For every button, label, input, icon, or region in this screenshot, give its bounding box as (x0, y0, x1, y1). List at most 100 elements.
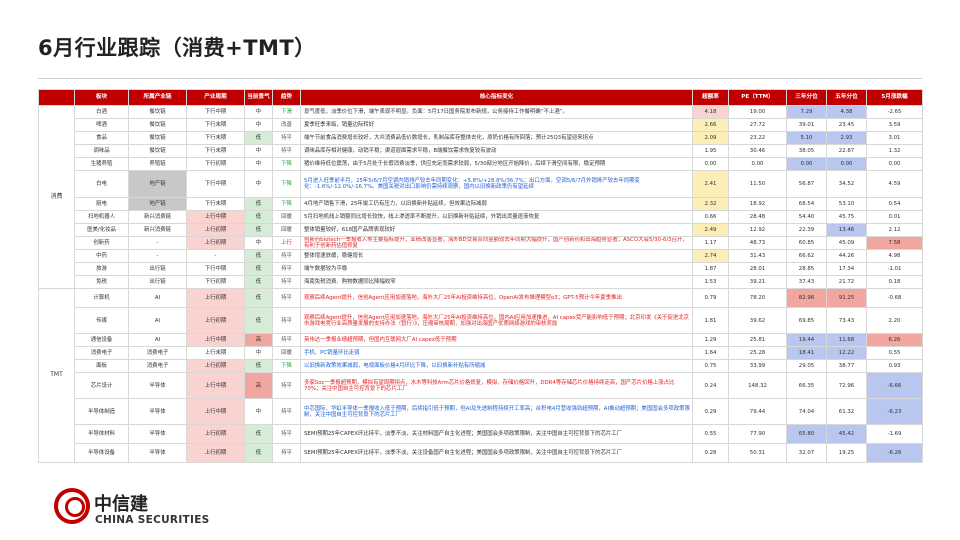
cell-sector: 半导体制造 (74, 398, 129, 426)
cell-pct3: 28.85 (786, 262, 827, 277)
cell-trend: 回暖 (272, 346, 301, 361)
cell-note: 夏季旺季来临，销量边际转好 (300, 118, 693, 132)
cell-note: 整体销量较好，618国产品牌表现较好 (300, 223, 693, 237)
cell-pct5: 19.25 (826, 443, 867, 464)
table-row: 传媒 AI 上行初期低持平 观察后续Agent提升，信创Agent应用加速落地，海外大… (39, 307, 923, 335)
cell-pct5: 21.72 (826, 275, 867, 290)
cell-pct5: 61.32 (826, 398, 867, 426)
cell-pe: 12.92 (728, 223, 787, 237)
table-row: 白电 地产链 下行中期中下降 5月进入旺季前半月，25年5/6/7月空调内销排产较去年… (39, 170, 923, 198)
cell-note: 景气度低，淡季价位下滑，端午表现不明显。负面：5月17日国务院发布新规，公务接待… (300, 105, 693, 119)
cell-sector: 扫地机器人 (74, 210, 129, 224)
cell-sector: 传媒 (74, 307, 129, 335)
cell-trend: 持平 (272, 333, 301, 348)
cell-pct3: 39.01 (786, 118, 827, 132)
cell-excess: 0.79 (692, 288, 729, 309)
cell-note: 以旧换新政策效果减弱，电视面板价格4月环比下降，以旧换新补贴有所缩减 (300, 359, 693, 374)
header-pct3: 三年分位 (786, 89, 827, 106)
header-level: 当前景气 (244, 89, 273, 106)
cell-note: 创新药biotech一季报收入等主要指标提升，业绩改善显著，海外BD交易合同金额… (300, 235, 693, 251)
cell-cycle: 上行初期 (186, 235, 245, 251)
cell-chain: - (128, 249, 187, 264)
company-logo: 中信建 CHINA SECURITIES (54, 488, 226, 532)
cell-note: 端午节前食品消费增长较好，大众消费品低价数增长，乳制品库存整体去化，原奶价格有所… (300, 131, 693, 145)
cell-sector: 旅游 (74, 262, 129, 277)
cell-pct3: 38.05 (786, 144, 827, 158)
cell-level: 低 (244, 359, 273, 374)
cell-pct3: 29.05 (786, 359, 827, 374)
cell-sector: 计算机 (74, 288, 129, 309)
cell-chain: 出行链 (128, 275, 187, 290)
cell-note: 5月进入旺季前半月，25年5/6/7月空调内销排产较去年同期变化：+5.8%/+… (300, 170, 693, 198)
cell-pct3: 56.87 (786, 170, 827, 198)
cell-pct3: 0.00 (786, 157, 827, 171)
cell-chain: 半导体 (128, 443, 187, 464)
cell-pct3: 22.39 (786, 223, 827, 237)
table-row: 创新药 - 上行初期中上行 创新药biotech一季报收入等主要指标提升，业绩改善显著… (39, 235, 923, 251)
cell-change: 0.00 (866, 157, 923, 171)
cell-pct3: 5.10 (786, 131, 827, 145)
cell-pct3: 69.85 (786, 307, 827, 335)
cell-chain: 消费电子 (128, 346, 187, 361)
cell-sector: 半导体材料 (74, 424, 129, 445)
cell-pct5: 73.43 (826, 307, 867, 335)
cell-excess: 1.53 (692, 275, 729, 290)
cell-change: 3.59 (866, 118, 923, 132)
table-header-row: 板块 所属产业链 产业周期 当前景气 趋势 核心指标变化 超额率 PE（TTM）… (38, 89, 923, 106)
cell-note: SEMI预期25年CAPEX环比持平，淡季不淡，关注材料国产自主化进程；美国国会… (300, 424, 693, 445)
cell-change: 0.01 (866, 210, 923, 224)
cell-cycle: 下行末期 (186, 118, 245, 132)
cell-chain: 养殖链 (128, 157, 187, 171)
cell-cycle: 上行初期 (186, 443, 245, 464)
cell-chain: 半导体 (128, 398, 187, 426)
cell-level: 低 (244, 197, 273, 211)
table-row: 半导体制造 半导体 上行中期中持平 中芯国际、华虹半导体一季报收入低于预期，后续指引低… (39, 398, 923, 426)
logo-mark-icon (54, 488, 90, 524)
cell-pe: 77.90 (728, 424, 787, 445)
cell-cycle: 上行中期 (186, 398, 245, 426)
cell-cycle: 上行初期 (186, 223, 245, 237)
cell-excess: 1.95 (692, 144, 729, 158)
cell-level: 中 (244, 346, 273, 361)
cell-pe: 30.46 (728, 144, 787, 158)
cell-excess: 2.32 (692, 197, 729, 211)
industry-tracking-table: 板块 所属产业链 产业周期 当前景气 趋势 核心指标变化 超额率 PE（TTM）… (38, 89, 923, 464)
cell-trend: 持平 (272, 307, 301, 335)
cell-chain: 半导体 (128, 372, 187, 400)
cell-change: -6.23 (866, 398, 923, 426)
cell-level: 低 (244, 288, 273, 309)
cell-sector: 半导体设备 (74, 443, 129, 464)
cell-level: 中 (244, 398, 273, 426)
cell-note: 英伟达一季报业绩超预期，但国内互联网大厂AI capex低于预期 (300, 333, 693, 348)
cell-note: 调味品库存相对健康，动销平稳；渠道层面需求平稳，B端餐饮需求恢复较有波动 (300, 144, 693, 158)
cell-pct5: 72.96 (826, 372, 867, 400)
cell-note: SEMI预期25年CAPEX环比持平，淡季不淡，关注设备国产自主化进程；美国国会… (300, 443, 693, 464)
cell-cycle: 下行初期 (186, 157, 245, 171)
cell-level: 低 (244, 424, 273, 445)
header-chain: 所属产业链 (128, 89, 187, 106)
cell-level: 中 (244, 144, 273, 158)
cell-excess: 1.17 (692, 235, 729, 251)
cell-change: 0.54 (866, 197, 923, 211)
cell-sector: 啤酒 (74, 118, 129, 132)
cell-excess: 0.24 (692, 372, 729, 400)
table-row: 中药 - - 低持平 整体增速放缓，稳健增长 2.74 31.43 66.62 44.26 4.9… (39, 249, 923, 264)
cell-note: 5月扫地机线上销额同比增长较快，线上渗透率不断提升，以旧换新补贴延续，外销出货量… (300, 210, 693, 224)
cell-pe: 18.92 (728, 197, 787, 211)
cell-cycle: 下行中期 (186, 262, 245, 277)
cell-trend: 持平 (272, 398, 301, 426)
cell-pct3: 66.62 (786, 249, 827, 264)
cell-trend: 持平 (272, 424, 301, 445)
table-row: 面板 消费电子 上行初期低下降 以旧换新政策效果减弱，电视面板价格4月环比下降，以旧换… (39, 359, 923, 374)
cell-change: 1.32 (866, 144, 923, 158)
cell-sector: 面板 (74, 359, 129, 374)
cell-cycle: 上行末期 (186, 346, 245, 361)
cell-excess: 2.41 (692, 170, 729, 198)
cell-pe: 33.99 (728, 359, 787, 374)
cell-excess: 1.81 (692, 307, 729, 335)
cell-excess: 4.18 (692, 105, 729, 119)
cell-trend: 持平 (272, 144, 301, 158)
header-excess: 超额率 (692, 89, 729, 106)
cell-chain: AI (128, 288, 187, 309)
cell-change: 4.59 (866, 170, 923, 198)
